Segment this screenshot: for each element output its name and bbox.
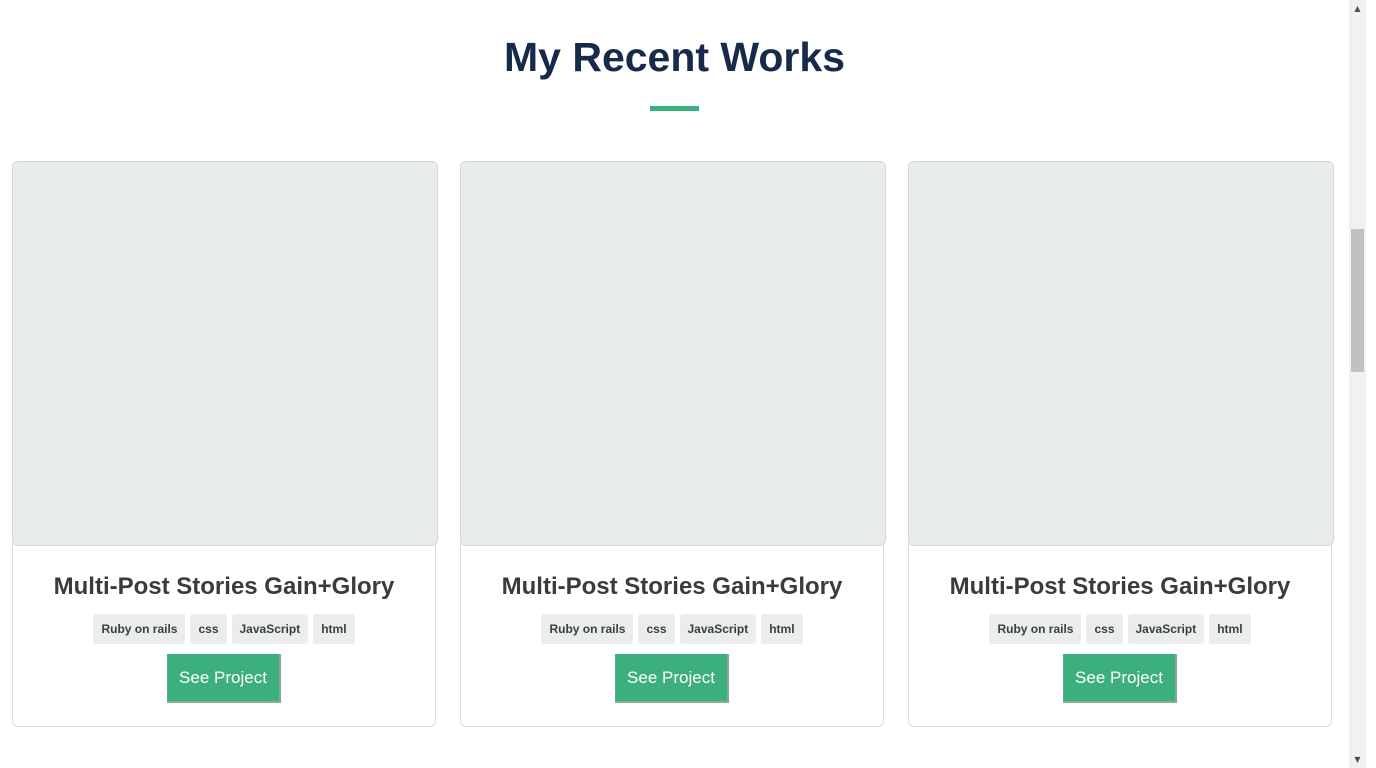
- tech-tag: css: [1086, 614, 1123, 644]
- project-card: Multi-Post Stories Gain+Glory Ruby on ra…: [460, 161, 886, 727]
- tech-tag: JavaScript: [679, 614, 757, 644]
- tech-tag: Ruby on rails: [541, 614, 634, 644]
- tech-tag: html: [313, 614, 355, 644]
- project-title: Multi-Post Stories Gain+Glory: [53, 573, 395, 600]
- title-underline: [650, 106, 699, 111]
- section-title: My Recent Works: [503, 34, 845, 80]
- see-project-button[interactable]: See Project: [167, 654, 281, 703]
- tech-tag: css: [638, 614, 675, 644]
- recent-works-section: My Recent Works Multi-Post Stories Gain+…: [0, 0, 1349, 768]
- viewport: My Recent Works Multi-Post Stories Gain+…: [0, 0, 1376, 768]
- tech-tag: css: [190, 614, 227, 644]
- triangle-up-icon[interactable]: ▲: [1349, 0, 1366, 17]
- tech-tags: Ruby on rails css JavaScript html: [461, 614, 883, 644]
- tech-tag: Ruby on rails: [989, 614, 1082, 644]
- project-card: Multi-Post Stories Gain+Glory Ruby on ra…: [12, 161, 438, 727]
- see-project-button[interactable]: See Project: [615, 654, 729, 703]
- project-image-placeholder: [460, 161, 886, 546]
- project-card: Multi-Post Stories Gain+Glory Ruby on ra…: [908, 161, 1334, 727]
- vertical-scrollbar[interactable]: ▲ ▼: [1349, 0, 1366, 768]
- triangle-down-icon[interactable]: ▼: [1349, 751, 1366, 768]
- project-cards: Multi-Post Stories Gain+Glory Ruby on ra…: [12, 161, 1334, 727]
- project-image-placeholder: [908, 161, 1334, 546]
- tech-tag: JavaScript: [231, 614, 309, 644]
- project-title: Multi-Post Stories Gain+Glory: [501, 573, 843, 600]
- tech-tag: html: [761, 614, 803, 644]
- tech-tags: Ruby on rails css JavaScript html: [909, 614, 1331, 644]
- scrollbar-thumb[interactable]: [1351, 229, 1364, 372]
- tech-tag: Ruby on rails: [93, 614, 186, 644]
- tech-tags: Ruby on rails css JavaScript html: [13, 614, 435, 644]
- tech-tag: JavaScript: [1127, 614, 1205, 644]
- see-project-button[interactable]: See Project: [1063, 654, 1177, 703]
- project-title: Multi-Post Stories Gain+Glory: [949, 573, 1291, 600]
- tech-tag: html: [1209, 614, 1251, 644]
- project-image-placeholder: [12, 161, 438, 546]
- window-edge: [1366, 0, 1376, 768]
